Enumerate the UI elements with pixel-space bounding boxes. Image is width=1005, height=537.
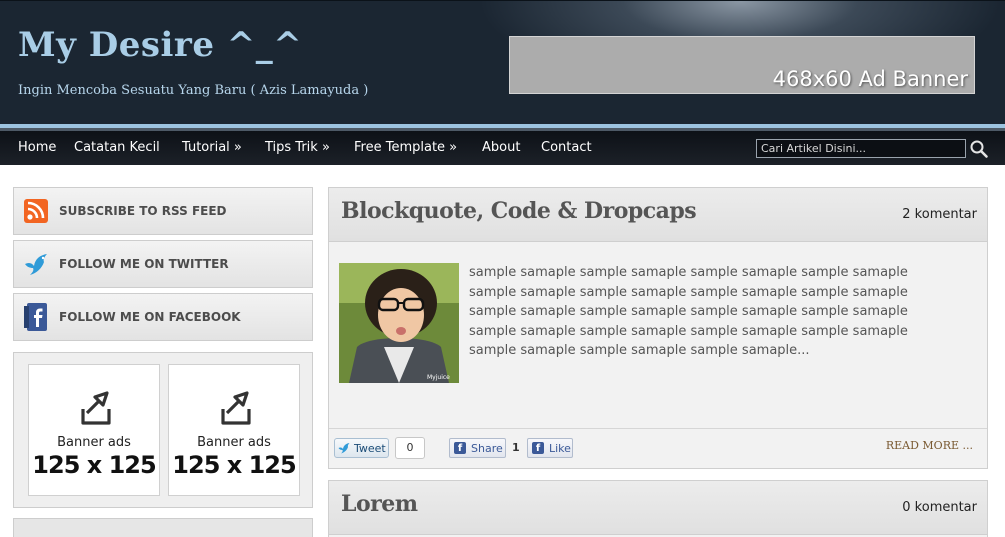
rss-icon [24,199,48,223]
tweet-count: 0 [395,437,425,459]
search-icon[interactable] [969,139,989,159]
twitter-follow-box[interactable]: FOLLOW ME ON TWITTER [13,240,313,288]
nav-item-about[interactable]: About [482,131,520,165]
comment-count[interactable]: 0 komentar [902,500,977,515]
read-more-link[interactable]: READ MORE ... [886,439,973,452]
post-title[interactable]: Lorem [341,491,418,517]
post-header: Blockquote, Code & Dropcaps 2 komentar [329,188,987,242]
post-title[interactable]: Blockquote, Code & Dropcaps [341,198,697,224]
search-input[interactable] [756,139,966,158]
facebook-like-button[interactable]: f Like [527,438,573,458]
banner-ad-size: 125 x 125 [172,451,296,479]
sidebar-widget [13,518,313,537]
site-header: My Desire ^_^ Ingin Mencoba Sesuatu Yang… [0,0,1005,124]
post-card: Blockquote, Code & Dropcaps 2 komentar M… [328,187,988,469]
tweet-button[interactable]: Tweet [334,438,389,458]
banner-ad-125[interactable]: Banner ads 125 x 125 [168,364,300,496]
banner-ad-label: Banner ads [197,435,271,450]
share-arrow-icon [81,391,111,425]
banner-ad-125[interactable]: Banner ads 125 x 125 [28,364,160,496]
main-nav: Home Catatan Kecil Tutorial » Tips Trik … [0,131,1005,165]
tweet-label: Tweet [354,442,386,455]
banner-ad-label: Banner ads [57,435,131,450]
share-count: 1 [512,441,520,454]
facebook-icon [24,303,47,331]
post-thumbnail[interactable]: Myjuice [339,263,459,383]
facebook-icon: f [532,442,544,454]
sidebar-ads-box: Banner ads 125 x 125 Banner ads 125 x 12… [13,352,313,508]
comment-count[interactable]: 2 komentar [902,207,977,222]
nav-item-tips-trik[interactable]: Tips Trik » [265,131,330,165]
social-label-twitter: FOLLOW ME ON TWITTER [59,257,229,271]
nav-item-free-template[interactable]: Free Template » [354,131,457,165]
facebook-share-button[interactable]: f Share [449,438,506,458]
nav-item-contact[interactable]: Contact [541,131,592,165]
nav-item-catatan-kecil[interactable]: Catatan Kecil [74,131,160,165]
share-label: Share [471,442,503,455]
nav-item-tutorial[interactable]: Tutorial » [182,131,242,165]
social-label-rss: SUBSCRIBE TO RSS FEED [59,204,227,218]
post-card: Lorem 0 komentar [328,480,988,537]
header-ad-banner[interactable]: 468x60 Ad Banner [509,36,975,94]
post-footer: Tweet 0 f Share 1 f Like READ MORE ... [329,428,987,466]
site-title[interactable]: My Desire ^_^ [18,25,302,65]
twitter-bird-icon [25,254,47,275]
svg-text:Myjuice: Myjuice [427,374,450,381]
nav-item-home[interactable]: Home [18,131,56,165]
ad-banner-label: 468x60 Ad Banner [772,67,968,91]
rss-subscribe-box[interactable]: SUBSCRIBE TO RSS FEED [13,187,313,235]
facebook-follow-box[interactable]: FOLLOW ME ON FACEBOOK [13,293,313,341]
twitter-bird-icon [338,443,350,454]
social-label-facebook: FOLLOW ME ON FACEBOOK [59,310,241,324]
share-arrow-icon [221,391,251,425]
facebook-icon: f [454,442,466,454]
site-description: Ingin Mencoba Sesuatu Yang Baru ( Azis L… [18,83,369,98]
post-header: Lorem 0 komentar [329,481,987,535]
banner-ad-size: 125 x 125 [32,451,156,479]
like-label: Like [549,442,571,455]
post-excerpt: sample samaple sample samaple sample sam… [469,265,908,358]
